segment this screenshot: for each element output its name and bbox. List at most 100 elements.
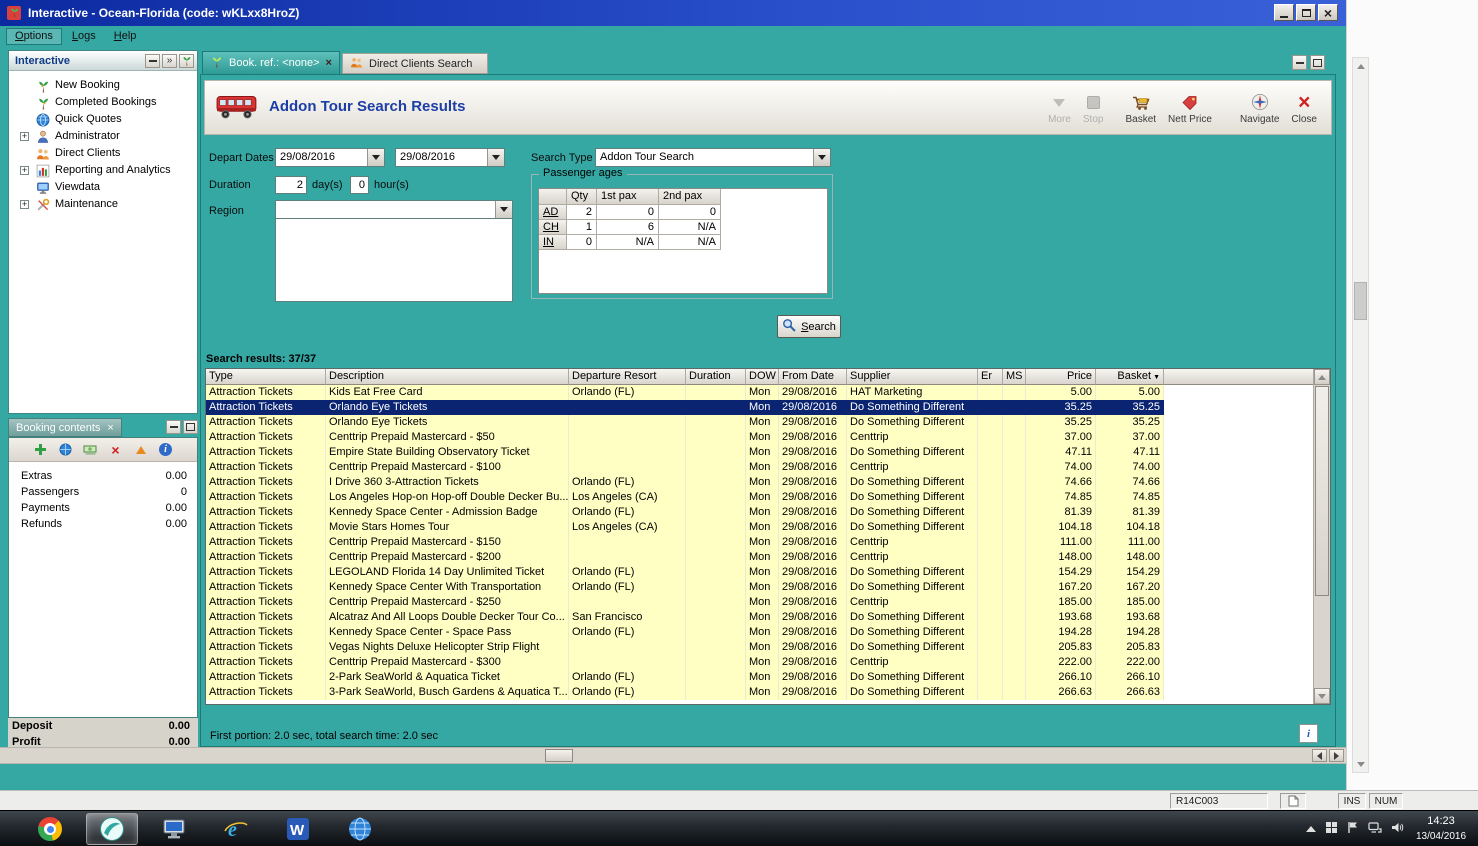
more-button[interactable]: More — [1042, 93, 1077, 125]
table-row[interactable]: Attraction Tickets Empire State Building… — [206, 445, 1313, 460]
adult-pax1-cell[interactable]: 0 — [597, 205, 659, 220]
list-item[interactable]: Extras0.00 — [9, 468, 197, 484]
tree-item-quick-quotes[interactable]: Quick Quotes — [9, 111, 197, 128]
nett-price-button[interactable]: Nett Price — [1162, 93, 1218, 125]
table-row[interactable]: Attraction Tickets LEGOLAND Florida 14 D… — [206, 565, 1313, 580]
taskbar-chrome-button[interactable] — [24, 813, 76, 845]
table-row[interactable]: Attraction Tickets Kennedy Space Center … — [206, 505, 1313, 520]
close-icon[interactable] — [107, 422, 113, 434]
list-item[interactable]: Payments0.00 — [9, 500, 197, 516]
add-button[interactable] — [33, 442, 49, 458]
close-tab-icon[interactable] — [326, 57, 332, 69]
basket-button[interactable]: Basket — [1119, 93, 1162, 125]
column-header-price[interactable]: Price — [1026, 369, 1096, 385]
tree-item-new-booking[interactable]: New Booking — [9, 77, 197, 94]
info-button[interactable] — [1299, 724, 1318, 743]
restore-button[interactable] — [1296, 4, 1316, 21]
table-row[interactable]: Attraction Tickets 3-Park SeaWorld, Busc… — [206, 685, 1313, 700]
horizontal-scrollbar[interactable] — [0, 747, 1346, 764]
column-header-description[interactable]: Description — [326, 369, 569, 385]
infant-pax1-cell[interactable]: N/A — [597, 235, 659, 250]
expand-plus-icon[interactable] — [20, 132, 29, 141]
table-row[interactable]: Attraction Tickets Los Angeles Hop-on Ho… — [206, 490, 1313, 505]
infant-pax2-cell[interactable]: N/A — [659, 235, 721, 250]
dropdown-button[interactable] — [495, 201, 512, 218]
navigate-button[interactable]: Navigate — [1234, 93, 1285, 125]
dropdown-button[interactable] — [487, 149, 504, 166]
menu-help[interactable]: Help — [106, 29, 145, 44]
menu-options[interactable]: Options — [6, 28, 62, 45]
tree-item-administrator[interactable]: Administrator — [9, 128, 197, 145]
collapse-panel-button[interactable] — [1292, 55, 1307, 70]
region-listbox[interactable] — [275, 218, 513, 302]
menu-logs[interactable]: Logs — [64, 29, 104, 44]
column-header-type[interactable]: Type — [206, 369, 326, 385]
scroll-down-button[interactable] — [1314, 688, 1330, 704]
scroll-right-button[interactable] — [1329, 749, 1344, 762]
table-row[interactable]: Attraction Tickets Orlando Eye Tickets M… — [206, 400, 1313, 415]
tree-item-maintenance[interactable]: Maintenance — [9, 196, 197, 213]
table-row[interactable]: Attraction Tickets Kids Eat Free Card Or… — [206, 385, 1313, 400]
column-header-dow[interactable]: DOW — [746, 369, 779, 385]
table-row[interactable]: Attraction Tickets Centtrip Prepaid Mast… — [206, 595, 1313, 610]
taskbar-interactive-button[interactable] — [86, 813, 138, 845]
close-page-button[interactable]: Close — [1285, 93, 1323, 125]
move-up-button[interactable] — [133, 442, 149, 458]
column-header-duration[interactable]: Duration — [686, 369, 746, 385]
restore-panel-button[interactable] — [1310, 55, 1325, 70]
table-row[interactable]: Attraction Tickets Orlando Eye Tickets M… — [206, 415, 1313, 430]
tray-volume-icon[interactable] — [1391, 821, 1404, 837]
depart-date-to-select[interactable]: 29/08/2016 — [395, 148, 505, 167]
duration-hours-input[interactable] — [350, 176, 369, 194]
taskbar-clock[interactable]: 14:23 13/04/2016 — [1410, 814, 1472, 844]
table-row[interactable]: Attraction Tickets Centtrip Prepaid Mast… — [206, 430, 1313, 445]
scroll-down-button[interactable] — [1353, 756, 1368, 772]
stop-button[interactable]: Stop — [1077, 93, 1110, 125]
payments-button[interactable] — [83, 442, 99, 458]
adult-pax2-cell[interactable]: 0 — [659, 205, 721, 220]
search-type-select[interactable]: Addon Tour Search — [595, 148, 831, 167]
results-table-body[interactable]: Attraction Tickets Kids Eat Free Card Or… — [206, 385, 1313, 704]
taskbar-word-button[interactable]: W — [272, 813, 324, 845]
tray-network-icon[interactable] — [1368, 821, 1382, 837]
expand-plus-icon[interactable] — [20, 200, 29, 209]
dropdown-button[interactable] — [813, 149, 830, 166]
adult-qty-cell[interactable]: 2 — [567, 205, 597, 220]
tab-booking-ref[interactable]: Book. ref.: <none> — [202, 51, 340, 74]
table-row[interactable]: Attraction Tickets 2-Park SeaWorld & Aqu… — [206, 670, 1313, 685]
scroll-up-button[interactable] — [1314, 369, 1330, 385]
show-hidden-icons-button[interactable] — [1306, 826, 1316, 832]
taskbar-browser-button[interactable] — [334, 813, 386, 845]
column-header-er[interactable]: Er — [978, 369, 1003, 385]
child-pax2-cell[interactable]: N/A — [659, 220, 721, 235]
column-header-basket[interactable]: Basket — [1096, 369, 1164, 385]
child-row-label[interactable]: CH — [539, 220, 567, 235]
panel-minimize-button[interactable] — [166, 420, 181, 434]
tree-item-viewdata[interactable]: Viewdata — [9, 179, 197, 196]
tree-item-reporting-analytics[interactable]: Reporting and Analytics — [9, 162, 197, 179]
table-row[interactable]: Attraction Tickets Centtrip Prepaid Mast… — [206, 550, 1313, 565]
table-row[interactable]: Attraction Tickets Centtrip Prepaid Mast… — [206, 655, 1313, 670]
list-item[interactable]: Passengers0 — [9, 484, 197, 500]
taskbar-computer-button[interactable] — [148, 813, 200, 845]
expand-plus-icon[interactable] — [20, 166, 29, 175]
results-scrollbar[interactable] — [1313, 369, 1330, 704]
panel-home-button[interactable] — [179, 54, 194, 68]
column-header-supplier[interactable]: Supplier — [847, 369, 978, 385]
table-row[interactable]: Attraction Tickets Vegas Nights Deluxe H… — [206, 640, 1313, 655]
background-window-scrollbar[interactable] — [1352, 57, 1369, 773]
infant-qty-cell[interactable]: 0 — [567, 235, 597, 250]
booking-contents-tab[interactable]: Booking contents — [8, 418, 122, 437]
scrollbar-thumb[interactable] — [545, 749, 573, 762]
table-row[interactable]: Attraction Tickets Centtrip Prepaid Mast… — [206, 460, 1313, 475]
web-button[interactable] — [58, 442, 74, 458]
duration-days-input[interactable] — [275, 176, 307, 194]
tree-item-completed-bookings[interactable]: Completed Bookings — [9, 94, 197, 111]
tray-window-icon[interactable] — [1325, 821, 1338, 837]
table-row[interactable]: Attraction Tickets Alcatraz And All Loop… — [206, 610, 1313, 625]
adult-row-label[interactable]: AD — [539, 205, 567, 220]
table-row[interactable]: Attraction Tickets Kennedy Space Center … — [206, 580, 1313, 595]
table-row[interactable]: Attraction Tickets I Drive 360 3-Attract… — [206, 475, 1313, 490]
child-pax1-cell[interactable]: 6 — [597, 220, 659, 235]
panel-collapse-button[interactable] — [162, 54, 177, 68]
